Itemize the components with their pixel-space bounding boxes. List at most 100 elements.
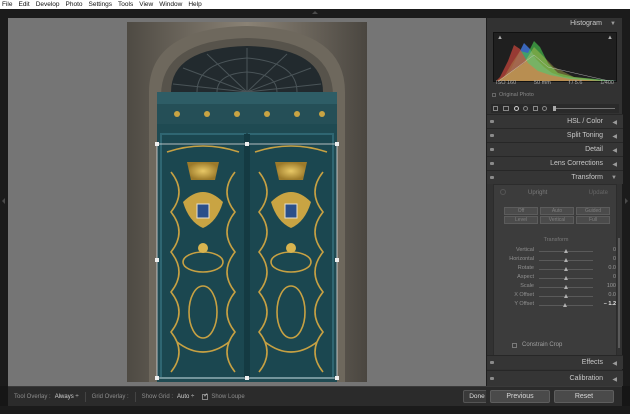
slider-knob[interactable] [562, 303, 567, 307]
hsl-title[interactable]: HSL / Color [567, 118, 603, 125]
histogram[interactable]: ▲ ▲ [493, 32, 617, 82]
split-toning-title[interactable]: Split Toning [567, 132, 603, 139]
photo-door[interactable] [127, 22, 367, 382]
constrain-crop-checkbox[interactable] [512, 342, 517, 348]
effects-title[interactable]: Effects [582, 359, 603, 366]
section-hsl[interactable]: HSL / Color ◀ [487, 114, 623, 128]
right-panel-toggle-strip[interactable] [622, 18, 630, 386]
slider-row-x-offset[interactable]: X Offset 0.0 [494, 292, 618, 301]
upright-full-button[interactable]: Full [576, 216, 610, 224]
slider-value[interactable]: – 1.2 [604, 301, 616, 307]
lens-corrections-title[interactable]: Lens Corrections [550, 160, 603, 167]
bottom-panel-toggle-strip[interactable] [0, 406, 630, 414]
upright-update-button[interactable]: Update [589, 190, 608, 196]
menu-view[interactable]: View [139, 0, 153, 9]
detail-title[interactable]: Detail [585, 146, 603, 153]
constrain-crop[interactable]: Constrain Crop [512, 342, 562, 348]
collapse-transform-icon[interactable]: ▼ [611, 175, 617, 181]
slider-knob[interactable] [563, 267, 568, 271]
upright-level-button[interactable]: Level [504, 216, 538, 224]
show-grid-select[interactable]: Auto ÷ [177, 394, 194, 400]
slider-value[interactable]: 100 [607, 283, 616, 289]
section-lens-corrections[interactable]: Lens Corrections ◀ [487, 156, 623, 170]
top-panel-toggle-strip[interactable] [0, 9, 630, 18]
menu-tools[interactable]: Tools [118, 0, 133, 9]
slider-knob[interactable] [563, 285, 568, 289]
menu-settings[interactable]: Settings [89, 0, 113, 9]
previous-button[interactable]: Previous [490, 390, 550, 403]
section-toggle[interactable] [490, 162, 494, 165]
slider-knob[interactable] [563, 258, 568, 262]
transform-title[interactable]: Transform [571, 174, 603, 181]
expand-split-toning-icon[interactable]: ◀ [612, 133, 617, 140]
section-effects[interactable]: Effects ◀ [487, 355, 623, 369]
expand-hsl-icon[interactable]: ◀ [612, 119, 617, 126]
calibration-title[interactable]: Calibration [570, 375, 603, 382]
photo-viewer[interactable] [8, 18, 486, 386]
slider-row-rotate[interactable]: Rotate 0.0 [494, 265, 618, 274]
iso-value: ISO 160 [496, 80, 517, 86]
section-detail[interactable]: Detail ◀ [487, 142, 623, 156]
grid-tool-icon[interactable] [493, 106, 498, 111]
red-eye-icon[interactable] [523, 106, 528, 111]
upright-auto-button[interactable]: Auto [540, 207, 574, 215]
collapse-right-icon[interactable] [625, 198, 628, 204]
brush-slider[interactable] [553, 108, 615, 109]
section-toggle[interactable] [490, 120, 494, 123]
highlight-clip-icon[interactable]: ▲ [607, 35, 613, 41]
spot-removal-icon[interactable] [514, 106, 519, 111]
section-toggle[interactable] [490, 361, 494, 364]
slider-row-vertical[interactable]: Vertical 0 [494, 247, 618, 256]
slider-value[interactable]: 0 [613, 274, 616, 280]
graduated-filter-icon[interactable] [533, 106, 538, 111]
expand-detail-icon[interactable]: ◀ [612, 147, 617, 154]
slider-knob[interactable] [563, 249, 568, 253]
tool-overlay-select[interactable]: Always ÷ [55, 394, 79, 400]
slider-value[interactable]: 0 [613, 256, 616, 262]
slider-row-scale[interactable]: Scale 100 [494, 283, 618, 292]
upright-guided-button[interactable]: Guided [576, 207, 610, 215]
slider-value[interactable]: 0.0 [608, 265, 616, 271]
shadow-clip-icon[interactable]: ▲ [497, 35, 503, 41]
menu-window[interactable]: Window [159, 0, 182, 9]
slider-value[interactable]: 0.0 [608, 292, 616, 298]
section-split-toning[interactable]: Split Toning ◀ [487, 128, 623, 142]
reset-button[interactable]: Reset [554, 390, 614, 403]
panel-scrollbar[interactable] [618, 238, 620, 348]
menu-develop[interactable]: Develop [36, 0, 60, 9]
section-calibration[interactable]: Calibration ◀ [487, 370, 623, 386]
slider-row-horizontal[interactable]: Horizontal 0 [494, 256, 618, 265]
crop-tool-icon[interactable] [503, 106, 509, 111]
slider-knob[interactable] [563, 294, 568, 298]
upright-vertical-button[interactable]: Vertical [540, 216, 574, 224]
expand-left-icon[interactable] [2, 198, 5, 204]
collapse-histogram-icon[interactable]: ▼ [610, 21, 616, 27]
slider-row-aspect[interactable]: Aspect 0 [494, 274, 618, 283]
expand-calibration-icon[interactable]: ◀ [612, 376, 617, 383]
section-toggle[interactable] [490, 148, 494, 151]
menu-photo[interactable]: Photo [66, 0, 83, 9]
section-toggle[interactable] [490, 176, 494, 179]
slider-row-y-offset[interactable]: Y Offset – 1.2 [494, 301, 618, 310]
brush-slider-knob[interactable] [553, 106, 556, 111]
menu-file[interactable]: File [2, 0, 12, 9]
histogram-title[interactable]: Histogram [570, 20, 602, 27]
upright-off-button[interactable]: Off [504, 207, 538, 215]
slider-value[interactable]: 0 [613, 247, 616, 253]
constrain-crop-label[interactable]: Constrain Crop [522, 342, 562, 348]
grid-overlay-label[interactable]: Grid Overlay : [92, 394, 129, 400]
menu-edit[interactable]: Edit [18, 0, 29, 9]
section-toggle[interactable] [490, 377, 494, 380]
show-loupe-checkbox[interactable] [202, 392, 208, 400]
section-toggle[interactable] [490, 134, 494, 137]
section-transform[interactable]: Transform ▼ [487, 170, 623, 184]
left-panel-toggle-strip[interactable] [0, 18, 8, 386]
radial-filter-icon[interactable] [542, 106, 547, 111]
expand-effects-icon[interactable]: ◀ [612, 360, 617, 367]
expand-top-icon[interactable] [312, 11, 318, 14]
menu-help[interactable]: Help [188, 0, 201, 9]
show-loupe-label[interactable]: Show Loupe [211, 394, 244, 400]
slider-knob[interactable] [563, 276, 568, 280]
original-photo-checkbox[interactable] [492, 93, 496, 97]
expand-lens-corrections-icon[interactable]: ◀ [612, 161, 617, 168]
